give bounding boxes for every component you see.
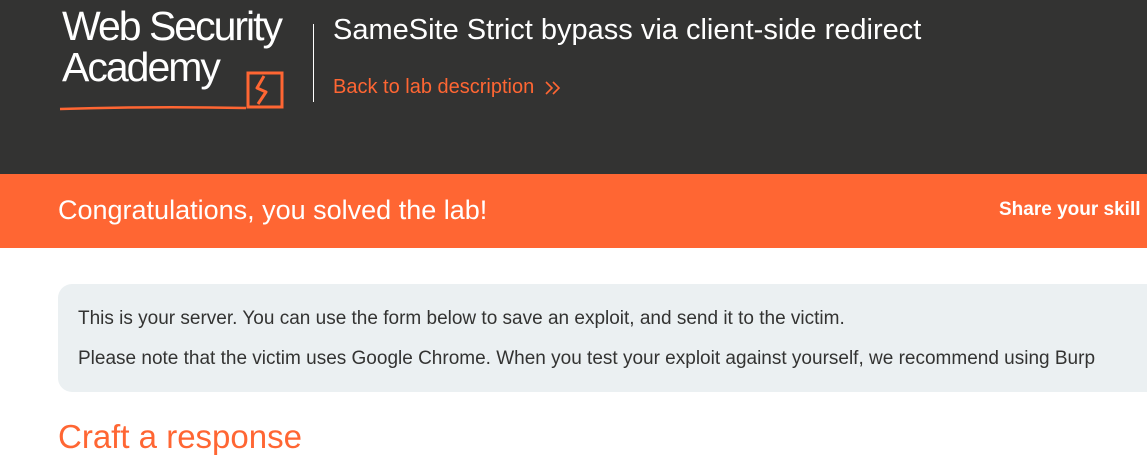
- lab-header: Web Security Academy SameSite Strict byp…: [0, 0, 1147, 174]
- lab-title: SameSite Strict bypass via client-side r…: [333, 14, 922, 46]
- share-your-skills-label[interactable]: Share your skill: [999, 199, 1141, 221]
- double-chevron-right-icon: [545, 80, 561, 95]
- info-line-1: This is your server. You can use the for…: [78, 308, 845, 329]
- back-link-label: Back to lab description: [333, 76, 535, 98]
- academy-logo-mark-icon: [246, 71, 284, 109]
- header-divider: [313, 24, 314, 102]
- craft-response-heading: Craft a response: [58, 418, 302, 455]
- back-to-lab-description-link[interactable]: Back to lab description: [333, 76, 562, 99]
- info-line-2: Please note that the victim uses Google …: [78, 348, 1096, 369]
- server-info-box: This is your server. You can use the for…: [58, 284, 1147, 392]
- logo-text-line1: Web Security: [62, 3, 283, 49]
- logo-underline: [59, 105, 247, 111]
- solved-banner: Congratulations, you solved the lab! Sha…: [0, 174, 1147, 248]
- logo-text-line2: Academy: [62, 44, 221, 90]
- congratulations-message: Congratulations, you solved the lab!: [58, 195, 488, 225]
